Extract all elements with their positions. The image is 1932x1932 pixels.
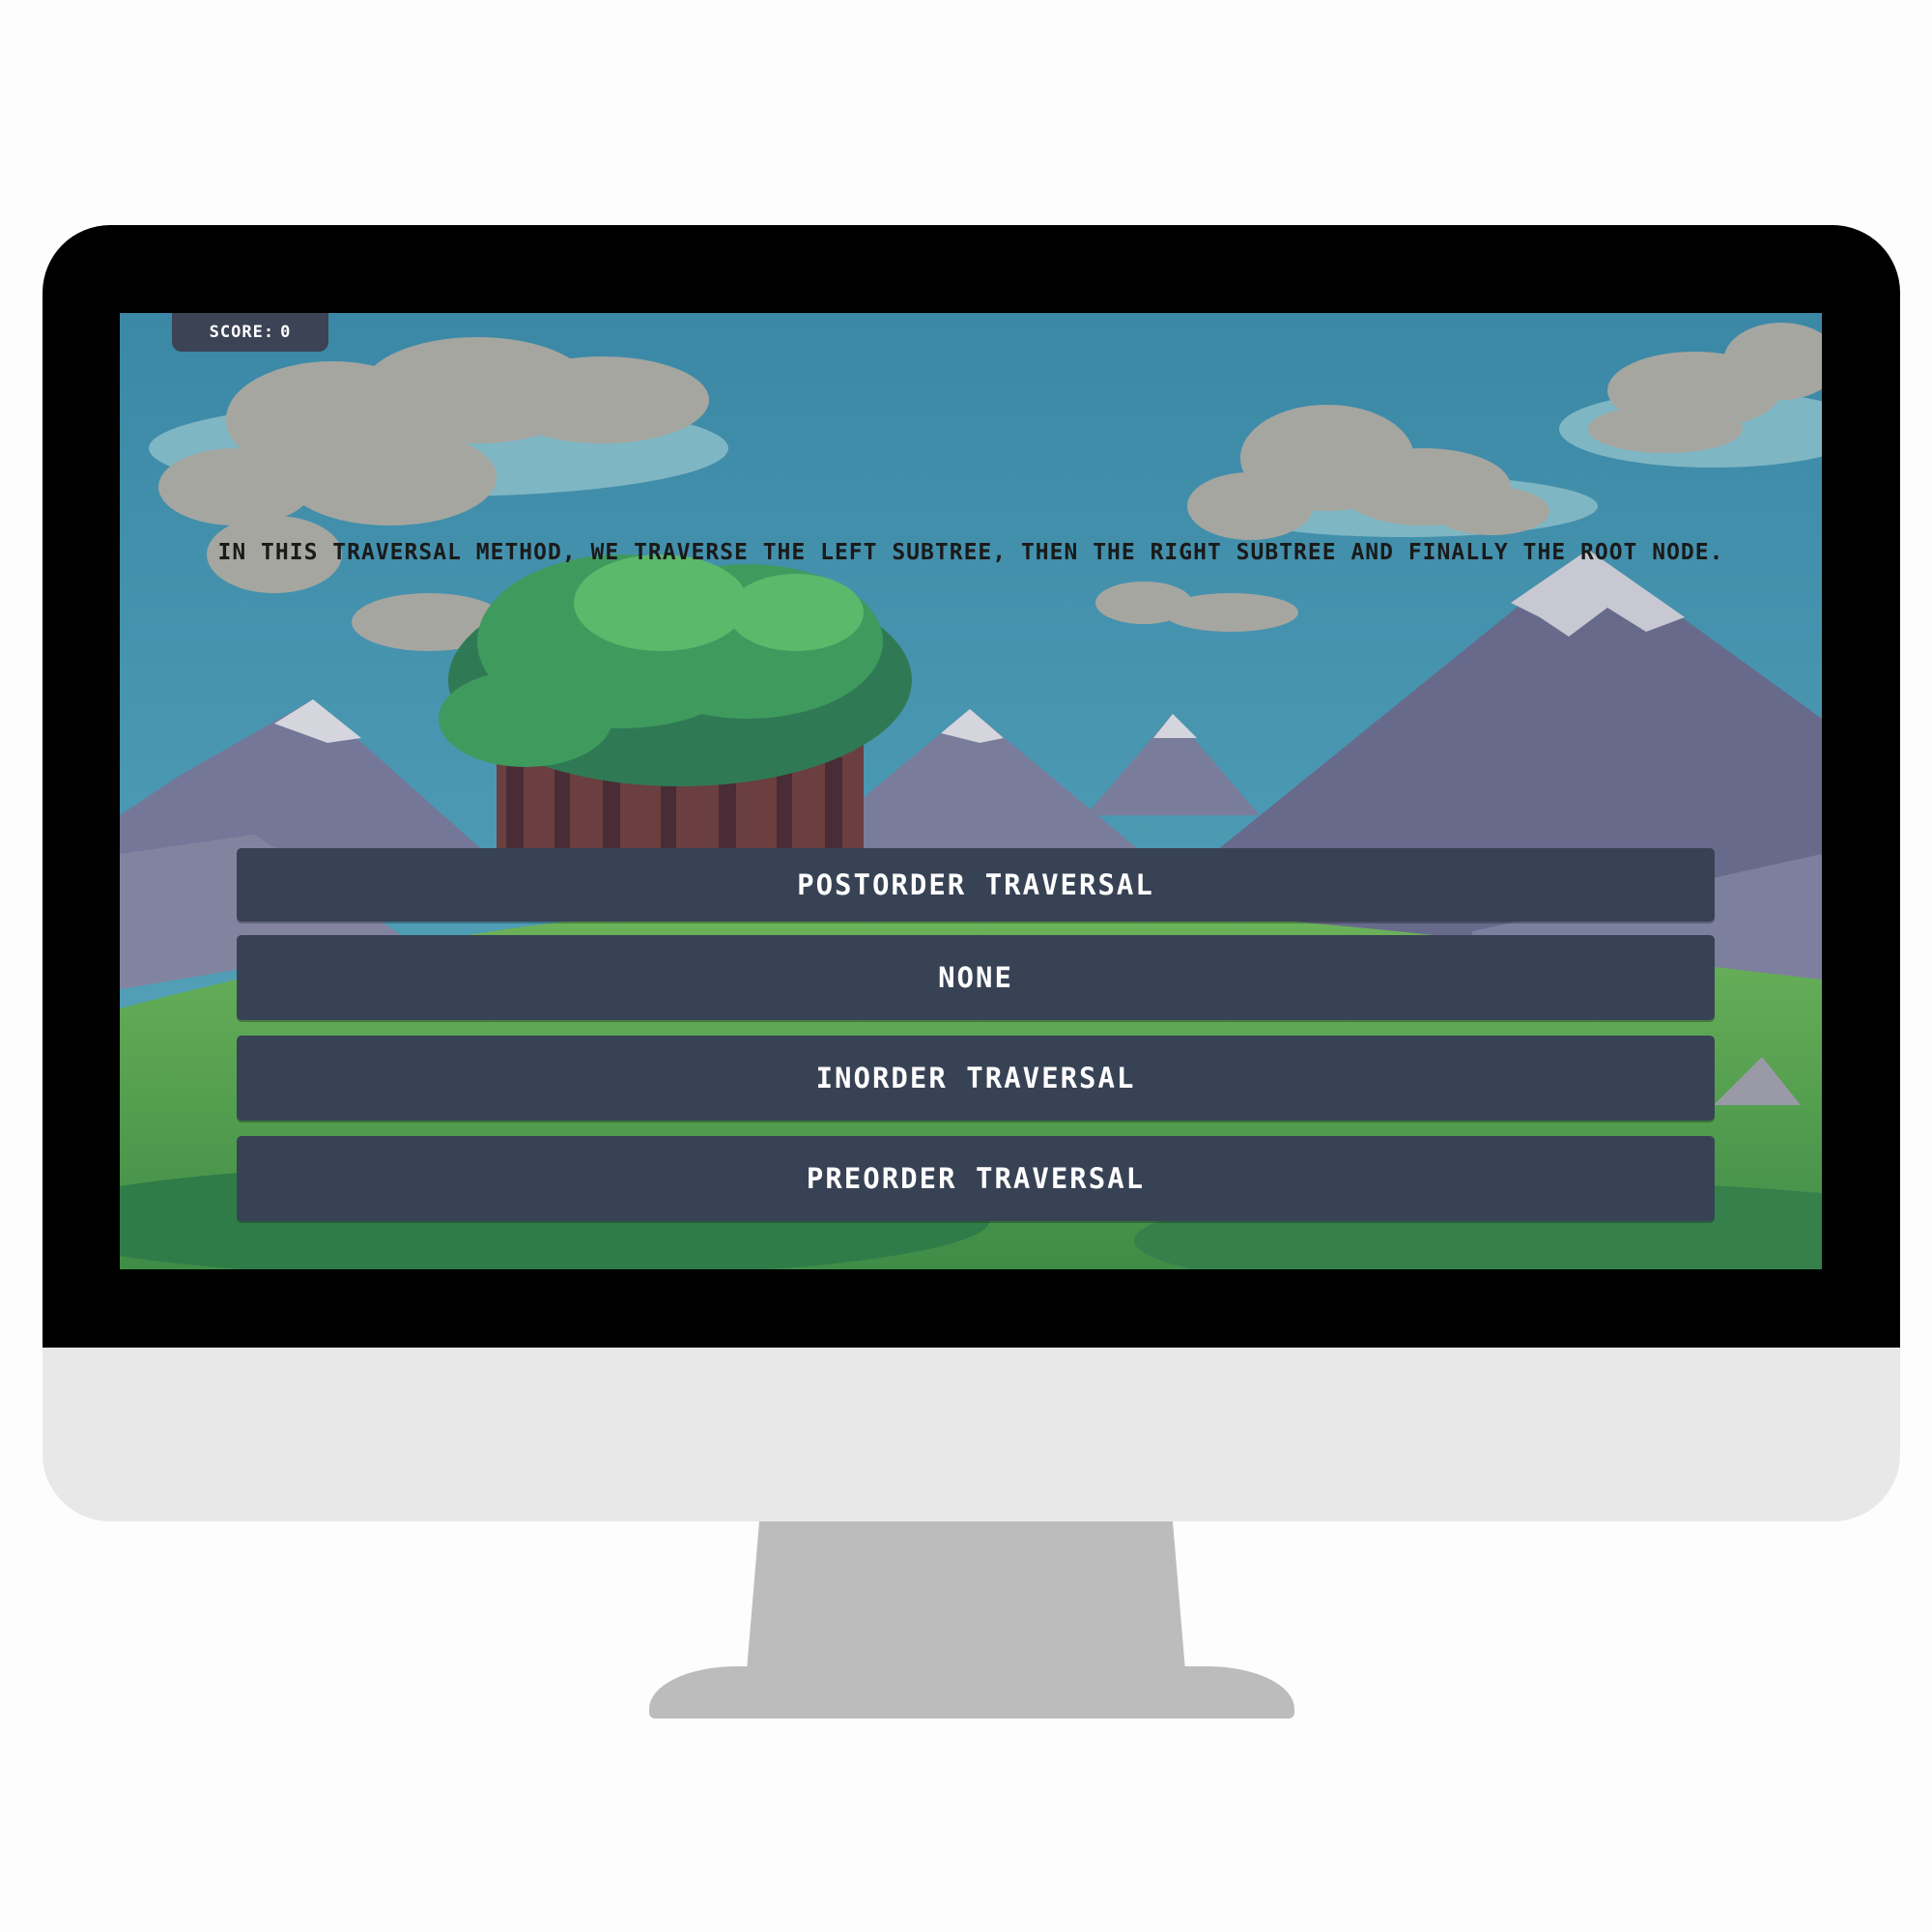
game-screen: SCORE: 0 IN THIS TRAVERSAL METHOD, WE TR… <box>120 313 1822 1269</box>
score-badge: SCORE: 0 <box>172 313 328 352</box>
answer-button-preorder[interactable]: PREORDER TRAVERSAL <box>237 1136 1715 1221</box>
answer-button-inorder[interactable]: INORDER TRAVERSAL <box>237 1036 1715 1121</box>
page: SCORE: 0 IN THIS TRAVERSAL METHOD, WE TR… <box>0 0 1932 1932</box>
answer-button-none[interactable]: NONE <box>237 935 1715 1020</box>
tree <box>439 554 912 883</box>
score-value: 0 <box>280 323 292 342</box>
question-text: IN THIS TRAVERSAL METHOD, WE TRAVERSE TH… <box>217 540 1724 565</box>
monitor-stand-foot <box>649 1666 1294 1719</box>
score-label: SCORE: <box>209 323 275 342</box>
monitor-chin <box>43 1348 1900 1521</box>
answer-button-postorder[interactable]: POSTORDER TRAVERSAL <box>237 848 1715 922</box>
answer-list: POSTORDER TRAVERSAL NONE INORDER TRAVERS… <box>237 848 1715 1221</box>
